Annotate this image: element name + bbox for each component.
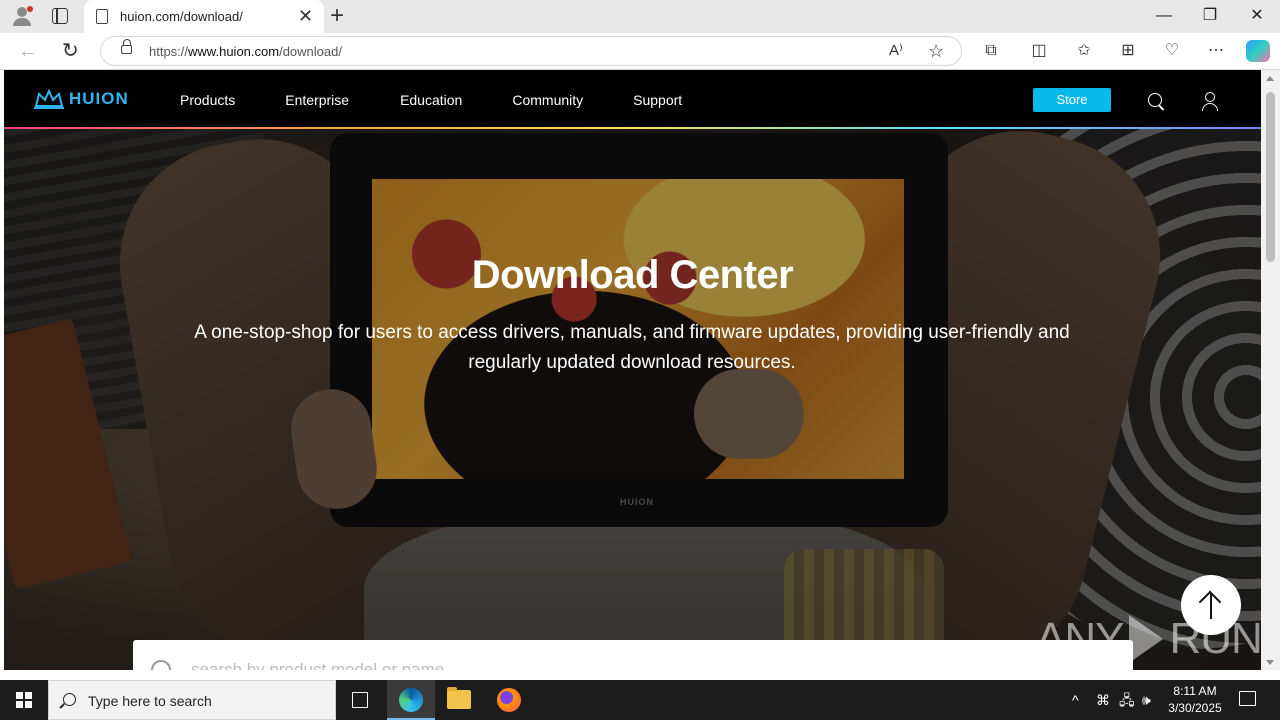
close-window-button[interactable]: ✕ xyxy=(1247,6,1267,26)
split-screen-icon[interactable]: ◫ xyxy=(1028,40,1050,62)
windows-logo-pane xyxy=(25,692,32,699)
site-header: HUION Products Enterprise Education Comm… xyxy=(4,70,1261,128)
tab-close-icon[interactable]: ✕ xyxy=(298,6,313,26)
web-page: HUION Products Enterprise Education Comm… xyxy=(4,70,1261,670)
taskbar-search-placeholder: Type here to search xyxy=(88,693,212,709)
favorites-icon[interactable]: ✩ xyxy=(1073,40,1095,62)
menu-item-community[interactable]: Community xyxy=(512,92,583,108)
profile-head xyxy=(17,7,27,17)
profile-notification-dot xyxy=(27,6,33,12)
tray-meet-icon[interactable]: ⌘ xyxy=(1096,691,1110,709)
page-scrollbar[interactable] xyxy=(1261,70,1280,670)
search-icon xyxy=(63,693,76,706)
back-button[interactable]: ← xyxy=(18,40,38,62)
tray-chevron-icon[interactable]: ^ xyxy=(1072,691,1079,709)
taskbar-edge[interactable] xyxy=(387,680,435,720)
taskbar-clock[interactable]: 8:11 AM 3/30/2025 xyxy=(1166,683,1224,717)
windows-taskbar: Type here to search ^ ⌘ 🖧 🕪 8:11 AM 3/30… xyxy=(0,680,1280,720)
hero-dim-overlay xyxy=(4,129,1261,670)
extensions-icon[interactable]: ⧉ xyxy=(980,40,1002,62)
search-icon xyxy=(151,660,171,670)
browser-titlebar: huion.com/download/ ✕ + — ❐ ✕ xyxy=(0,0,1280,33)
user-account-icon[interactable] xyxy=(1202,92,1218,111)
edge-icon xyxy=(399,688,423,712)
read-aloud-icon[interactable]: A⁾ xyxy=(889,41,903,61)
copilot-icon[interactable] xyxy=(1246,40,1270,62)
network-icon[interactable]: 🖧 xyxy=(1119,691,1135,709)
clock-time: 8:11 AM xyxy=(1173,684,1217,698)
user-body xyxy=(1202,103,1218,111)
address-toolbar: ← ↻ https://www.huion.com/download/ A⁾ ☆… xyxy=(0,33,1280,70)
url-text[interactable]: https://www.huion.com/download/ xyxy=(149,44,342,59)
new-tab-button[interactable]: + xyxy=(330,4,344,28)
url-domain: www.huion.com xyxy=(188,44,280,59)
menu-item-support[interactable]: Support xyxy=(633,92,682,108)
watermark-play-icon xyxy=(1129,615,1164,663)
scrollbar-thumb[interactable] xyxy=(1266,92,1275,262)
user-head xyxy=(1205,92,1215,102)
firefox-icon xyxy=(497,688,521,712)
crown-logo-icon xyxy=(34,88,64,109)
task-view-button[interactable] xyxy=(336,680,384,720)
refresh-button[interactable]: ↻ xyxy=(62,40,79,62)
volume-icon[interactable]: 🕪 xyxy=(1142,691,1151,709)
browser-essentials-icon[interactable]: ♡ xyxy=(1161,40,1183,62)
product-search-input[interactable] xyxy=(191,658,991,670)
taskbar-file-explorer[interactable] xyxy=(435,680,483,720)
scroll-up-arrow-icon[interactable] xyxy=(1266,76,1274,81)
main-menu: Products Enterprise Education Community … xyxy=(180,92,682,108)
start-button[interactable] xyxy=(16,692,32,708)
address-bar[interactable]: https://www.huion.com/download/ A⁾ ☆ xyxy=(100,36,962,66)
hero-subtitle: A one-stop-shop for users to access driv… xyxy=(194,322,1070,373)
store-button[interactable]: Store xyxy=(1033,88,1111,112)
folder-icon xyxy=(447,687,471,709)
windows-logo-pane xyxy=(16,692,23,699)
notification-icon[interactable] xyxy=(1239,691,1256,706)
watermark-right: RUN xyxy=(1169,614,1262,663)
search-icon[interactable] xyxy=(1148,93,1162,107)
taskbar-search-box[interactable]: Type here to search xyxy=(48,680,336,720)
menu-item-enterprise[interactable]: Enterprise xyxy=(285,92,349,108)
task-view-icon xyxy=(352,692,368,708)
anyrun-watermark: ANY RUN xyxy=(1036,614,1263,664)
minimize-button[interactable]: — xyxy=(1154,6,1174,26)
windows-logo-pane xyxy=(16,701,23,708)
collections-icon[interactable]: ⊞ xyxy=(1117,40,1139,62)
hero-title: Download Center xyxy=(471,253,794,297)
url-prefix: https:// xyxy=(149,44,189,59)
logo-text: HUION xyxy=(69,89,129,108)
huion-logo[interactable]: HUION xyxy=(34,87,129,111)
profile-body xyxy=(13,18,31,26)
tab-title: huion.com/download/ xyxy=(120,9,243,24)
watermark-left: ANY xyxy=(1036,614,1124,663)
menu-item-products[interactable]: Products xyxy=(180,92,235,108)
lock-icon[interactable] xyxy=(121,39,132,54)
windows-logo-pane xyxy=(25,701,32,708)
browser-tab[interactable]: huion.com/download/ ✕ xyxy=(84,0,324,33)
hero-banner: HUION Download Center A one-stop-shop fo… xyxy=(4,129,1261,670)
clock-date: 3/30/2025 xyxy=(1168,701,1222,715)
scroll-down-arrow-icon[interactable] xyxy=(1266,660,1274,665)
profile-icon[interactable] xyxy=(12,6,33,26)
page-icon xyxy=(96,9,108,24)
menu-item-education[interactable]: Education xyxy=(400,92,462,108)
favorite-star-icon[interactable]: ☆ xyxy=(928,41,944,61)
tab-actions-icon[interactable] xyxy=(52,8,68,24)
url-path: /download/ xyxy=(279,44,342,59)
download-search-bar xyxy=(133,640,1133,670)
restore-button[interactable]: ❐ xyxy=(1200,6,1220,26)
more-menu-icon[interactable]: ⋯ xyxy=(1205,40,1227,62)
taskbar-firefox[interactable] xyxy=(485,680,533,720)
